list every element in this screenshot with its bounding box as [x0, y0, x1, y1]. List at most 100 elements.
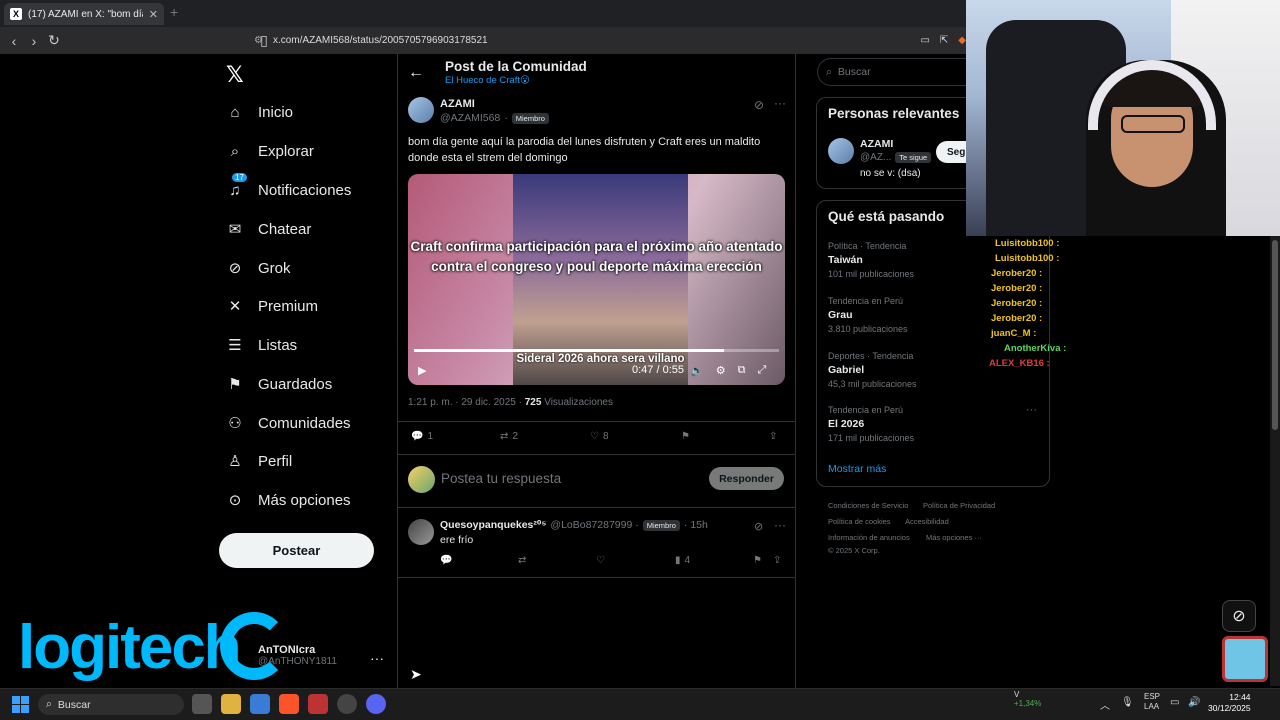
post-button[interactable]: Postear	[219, 533, 374, 568]
nav-item-guardados[interactable]: ⚑ Guardados	[226, 370, 332, 398]
reply-action[interactable]: 💬 1	[411, 431, 433, 442]
like-action[interactable]: ♡ 8	[590, 431, 609, 442]
windows-start-icon[interactable]	[12, 696, 29, 713]
avatar[interactable]	[408, 466, 435, 493]
grok-icon[interactable]: ⊘	[754, 98, 764, 112]
language-indicator[interactable]: ESP LAA	[1144, 692, 1160, 712]
reply-author-name[interactable]: Quesoypanquekes²⁰⁵	[440, 519, 546, 531]
footer-link[interactable]: Condiciones de Servicio	[828, 501, 908, 510]
forward-icon[interactable]: ›	[24, 33, 44, 49]
file-explorer-icon[interactable]	[221, 694, 241, 714]
repost-icon[interactable]: ⇄	[518, 555, 526, 566]
back-arrow-icon[interactable]: ←	[408, 64, 424, 82]
obs-icon[interactable]	[337, 694, 357, 714]
reply-icon[interactable]: 💬	[440, 555, 452, 566]
reply-button[interactable]: Responder	[709, 467, 784, 490]
heart-icon[interactable]: ♡	[596, 555, 605, 566]
avatar[interactable]	[408, 519, 434, 545]
taskbar-search[interactable]: ⌕ Buscar	[38, 694, 184, 715]
reply-input[interactable]: Postea tu respuesta	[441, 471, 561, 486]
footer-link[interactable]: Política de cookies	[828, 517, 891, 526]
chevron-up-icon[interactable]: ︿	[1100, 697, 1110, 712]
footer-link[interactable]: Información de anuncios	[828, 533, 910, 542]
scrollbar-thumb[interactable]	[1272, 240, 1278, 430]
play-icon[interactable]: ▶	[418, 364, 426, 377]
trend-name[interactable]: El 2026	[828, 418, 864, 430]
trend-name[interactable]: Gabriel	[828, 364, 864, 376]
share-icon[interactable]: ⇪	[773, 555, 781, 566]
footer-link[interactable]: Política de Privacidad	[923, 501, 995, 510]
nav-item-mas-opciones[interactable]: ⊙ Más opciones	[226, 486, 351, 514]
volume-icon[interactable]: 🔊	[1188, 697, 1200, 708]
search-icon: ⌕	[46, 698, 52, 710]
community-link[interactable]: El Hueco de Craft😮	[445, 75, 530, 86]
task-view-icon[interactable]	[192, 694, 212, 714]
url-field[interactable]: ⚙ x.com/AZAMI568/status/2005705796903178…	[254, 30, 966, 51]
trend-name[interactable]: Taiwán	[828, 254, 863, 266]
new-tab-icon[interactable]: +	[170, 4, 178, 20]
reply-author-handle[interactable]: @LoBo87287999 ·	[550, 519, 638, 531]
nav-item-chatear[interactable]: ✉ Chatear	[226, 215, 312, 243]
tweet-timestamp[interactable]: 1:21 p. m. · 29 dic. 2025 ·	[408, 397, 522, 408]
chat-message: Jerober20 :	[991, 313, 1042, 324]
show-more-link[interactable]: Mostrar más	[828, 463, 886, 475]
cast-icon[interactable]: ▭	[920, 35, 929, 46]
video-player[interactable]: Craft confirma participación para el pró…	[408, 174, 785, 385]
nav-item-grok[interactable]: ⊘ Grok	[226, 254, 291, 282]
x-logo-icon[interactable]: 𝕏	[226, 62, 244, 88]
trend-more-icon[interactable]: ···	[1026, 404, 1037, 416]
footer-link[interactable]: Más opciones ···	[926, 533, 982, 542]
nav-item-explorar[interactable]: ⌕ Explorar	[226, 137, 314, 165]
avatar[interactable]	[828, 138, 854, 164]
close-tab-icon[interactable]: ✕	[149, 8, 158, 21]
bookmark-icon: ⚑	[681, 431, 690, 442]
grok-icon[interactable]: ⊘	[754, 520, 763, 533]
handle-text[interactable]: @AZ...	[860, 152, 891, 163]
share-action[interactable]: ⇪	[769, 431, 777, 442]
nav-item-listas[interactable]: ☰ Listas	[226, 331, 297, 359]
discord-icon[interactable]	[366, 694, 386, 714]
bookmark-action[interactable]: ⚑	[681, 431, 690, 442]
settings-icon[interactable]: ⚙	[716, 364, 726, 377]
nav-item-inicio[interactable]: ⌂ Inicio	[226, 98, 293, 126]
reply-time[interactable]: · 15h	[684, 519, 708, 531]
account-more-icon[interactable]: ···	[370, 650, 384, 666]
footer-link[interactable]: Accesibilidad	[905, 517, 949, 526]
volume-icon[interactable]: 🔈	[690, 364, 704, 377]
browser-tab[interactable]: X (17) AZAMI en X: "bom día gente ✕	[4, 3, 164, 25]
fullscreen-icon[interactable]: ⤢	[757, 364, 766, 377]
relevant-user-name[interactable]: AZAMI	[860, 138, 893, 150]
microphone-icon[interactable]: 🎙	[1121, 697, 1134, 708]
tweet-author-name[interactable]: AZAMI	[440, 98, 475, 110]
views-action[interactable]: ▮ 4	[675, 555, 690, 566]
repost-action[interactable]: ⇄ 2	[500, 431, 518, 442]
store-icon[interactable]	[250, 694, 270, 714]
brave-browser-icon[interactable]	[279, 694, 299, 714]
back-icon[interactable]: ‹	[4, 33, 24, 49]
nav-item-perfil[interactable]: ♙ Perfil	[226, 447, 292, 475]
voicemod-icon[interactable]	[308, 694, 328, 714]
clock[interactable]: 12:44 30/12/2025	[1208, 692, 1251, 714]
stock-widget[interactable]: V +1,34%	[1000, 690, 1041, 708]
nav-item-comunidades[interactable]: ⚇ Comunidades	[226, 409, 350, 437]
brave-shield-icon[interactable]: ◆	[958, 35, 966, 46]
handle-text[interactable]: @AZAMI568	[440, 112, 500, 124]
trend-name[interactable]: Grau	[828, 309, 853, 321]
network-icon[interactable]: ▭	[1170, 697, 1179, 708]
bookmark-icon[interactable]: ⚑	[753, 555, 762, 566]
reload-icon[interactable]: ↻	[44, 32, 64, 49]
grok-floating-icon[interactable]: ⊘	[1222, 600, 1256, 632]
more-icon[interactable]: ···	[774, 96, 786, 110]
account-switcher[interactable]: AnTONIcra @AnTHONY1811	[258, 644, 337, 667]
more-icon[interactable]: ···	[774, 518, 786, 532]
avatar[interactable]	[408, 97, 434, 123]
copyright: © 2025 X Corp.	[828, 546, 880, 555]
site-info-icon[interactable]: ⚙	[254, 35, 263, 46]
nav-item-premium[interactable]: ✕ Premium	[226, 292, 318, 320]
video-progress-bar[interactable]	[414, 349, 779, 352]
picture-in-picture-icon[interactable]: ⧉	[738, 364, 746, 377]
nav-item-notificaciones[interactable]: ♫ 17 Notificaciones	[226, 173, 351, 204]
views-icon: ▮	[675, 555, 681, 566]
search-input[interactable]: ⌕ Buscar	[817, 58, 967, 86]
share-icon[interactable]: ⇱	[940, 35, 948, 46]
